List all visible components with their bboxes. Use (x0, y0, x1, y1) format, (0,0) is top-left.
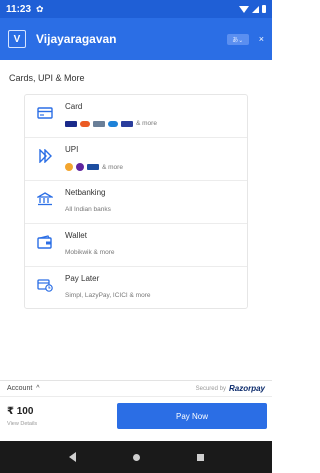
method-subtitle: Mobikwik & more (65, 249, 115, 256)
total-amount: ₹ 100 (7, 406, 34, 417)
signal-icon (252, 5, 259, 13)
checkout-footer: ₹ 100 View Details Pay Now (0, 396, 272, 438)
chevron-up-icon: ^ (36, 385, 40, 392)
method-subtitle: Simpl, LazyPay, ICICI & more (65, 292, 151, 299)
payment-methods-list: Card & more UPI & more Netbanking All In… (24, 94, 248, 309)
recent-apps-icon[interactable] (196, 453, 204, 461)
view-details-link[interactable]: View Details (7, 421, 37, 427)
visa-alt-logo (121, 120, 133, 127)
method-title: Pay Later (65, 274, 100, 283)
method-subtitle: & more (65, 163, 123, 171)
phonepe-logo (76, 163, 84, 171)
method-title: Wallet (65, 231, 87, 240)
method-title: UPI (65, 145, 79, 154)
status-bar: 11:23 ✿ (0, 0, 272, 18)
bank-icon (37, 192, 53, 206)
method-subtitle-text: & more (136, 120, 157, 127)
payment-method-wallet[interactable]: Wallet Mobikwik & more (25, 224, 247, 267)
wallet-icon (37, 235, 52, 249)
language-icon: あ⌄ (232, 37, 244, 44)
payment-method-paylater[interactable]: Pay Later Simpl, LazyPay, ICICI & more (25, 267, 247, 310)
method-subtitle-text: & more (102, 163, 123, 171)
mastercard-logo (80, 120, 90, 127)
visa-logo (65, 120, 77, 127)
razorpay-logo: Razorpay (228, 384, 265, 393)
payment-method-upi[interactable]: UPI & more (25, 138, 247, 181)
maestro-logo (108, 120, 118, 127)
close-button[interactable]: × (259, 34, 264, 44)
paylater-icon (37, 279, 53, 292)
settings-icon: ✿ (36, 3, 44, 14)
card-icon (37, 107, 53, 119)
battery-icon (262, 5, 266, 13)
method-subtitle: & more (65, 120, 157, 127)
section-title: Cards, UPI & More (9, 73, 85, 83)
payment-method-netbanking[interactable]: Netbanking All Indian banks (25, 181, 247, 224)
merchant-name: Vijayaragavan (36, 32, 117, 46)
rupay-logo (93, 120, 105, 127)
method-title: Card (65, 102, 83, 111)
paytm-logo (87, 164, 99, 170)
payment-method-card[interactable]: Card & more (25, 95, 247, 138)
language-selector[interactable]: あ⌄ (226, 33, 249, 45)
secured-by: Secured by Razorpay (196, 384, 265, 393)
google-pay-logo (65, 163, 73, 171)
status-indicators (239, 5, 266, 13)
account-bar[interactable]: Account ^ Secured by Razorpay (0, 380, 272, 396)
account-label: Account (7, 385, 33, 392)
checkout-header: V Vijayaragavan あ⌄ × (0, 18, 272, 60)
wifi-icon (239, 5, 249, 13)
merchant-logo: V (8, 30, 26, 48)
upi-icon (39, 149, 52, 163)
back-icon[interactable] (68, 452, 76, 462)
pay-now-button[interactable]: Pay Now (117, 403, 267, 429)
method-subtitle: All Indian banks (65, 206, 111, 213)
home-icon[interactable] (132, 453, 140, 461)
android-nav-bar (0, 441, 272, 473)
secured-text: Secured by (195, 385, 226, 392)
method-title: Netbanking (65, 188, 106, 197)
status-time: 11:23 (6, 3, 32, 15)
